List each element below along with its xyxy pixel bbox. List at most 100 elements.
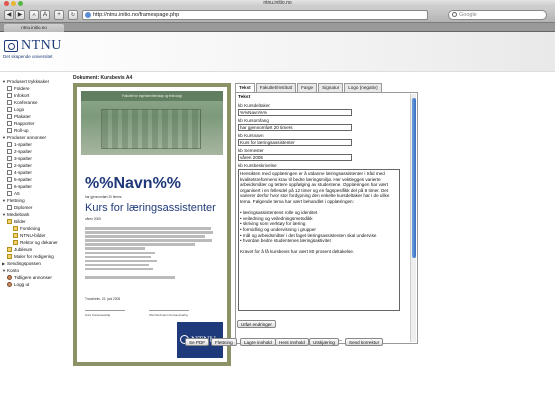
- sidebar-item-label: 5-spalter: [14, 177, 32, 182]
- text-bigger-button[interactable]: A: [40, 10, 50, 20]
- lagre-innhold-button[interactable]: Lagre innhold: [240, 338, 276, 346]
- sidebar-item[interactable]: Infokort: [2, 92, 70, 99]
- document-icon: [7, 149, 12, 154]
- search-icon: [452, 12, 457, 17]
- field-label-kursnavn: kb Kursnavn: [238, 133, 264, 138]
- disclosure-closed-icon[interactable]: ▶: [2, 260, 6, 267]
- search-field[interactable]: Google: [448, 10, 547, 20]
- zoom-window-button[interactable]: [18, 1, 23, 6]
- disclosure-open-icon[interactable]: ▼: [2, 78, 6, 85]
- folder-icon: [13, 240, 18, 245]
- window-controls: [4, 1, 23, 6]
- document-icon: [7, 142, 12, 147]
- sidebar-item[interactable]: ▼Mediebank: [2, 211, 70, 218]
- url-field[interactable]: http://ntnu.initio.no/framespage.php: [82, 10, 428, 20]
- sidebar-item[interactable]: ▼Flettning: [2, 197, 70, 204]
- sidebar-item-label: Produser annonser: [7, 135, 47, 140]
- sidebar-item[interactable]: Logg ut: [2, 281, 70, 288]
- tab-farge[interactable]: Farge: [297, 83, 318, 92]
- folder-icon: [7, 219, 12, 224]
- sidebar-item[interactable]: 2-spalter: [2, 148, 70, 155]
- add-bookmark-button[interactable]: +: [54, 10, 64, 20]
- sidebar-item[interactable]: Forskning: [2, 225, 70, 232]
- sidebar-item-label: Rapporter: [14, 121, 35, 126]
- sidebar-item-label: Roll-up: [14, 128, 29, 133]
- disclosure-open-icon[interactable]: ▼: [2, 211, 6, 218]
- sidebar-item[interactable]: Roll-up: [2, 127, 70, 134]
- browser-tab[interactable]: ntnu.initio.no: [4, 24, 64, 32]
- sidebar-item[interactable]: Konferanse: [2, 99, 70, 106]
- sidebar-item[interactable]: Jubileum: [2, 246, 70, 253]
- sidebar-item[interactable]: Tidligere annonser: [2, 274, 70, 281]
- kursomfang-input[interactable]: [238, 124, 352, 131]
- editor-scrollbar[interactable]: [410, 94, 416, 342]
- sidebar-item[interactable]: Plakater: [2, 113, 70, 120]
- kursdeltaker-input[interactable]: [238, 109, 352, 116]
- tab-logo-negativ[interactable]: Logo (negativ): [344, 83, 382, 92]
- minimize-window-button[interactable]: [11, 1, 16, 6]
- sidebar-item-label: 1-spalter: [14, 142, 32, 147]
- disclosure-open-icon[interactable]: ▼: [2, 267, 6, 274]
- semester-input[interactable]: [238, 154, 352, 161]
- sidebar-item[interactable]: NTNU-bilder: [2, 232, 70, 239]
- user-icon: [7, 275, 12, 280]
- sidebar-item[interactable]: Rektor og dekaner: [2, 239, 70, 246]
- flettning-button[interactable]: Flettning: [211, 338, 237, 346]
- site-header: NTNU Det skapende universitet: [0, 32, 555, 72]
- sidebar-item-label: Forskning: [20, 226, 41, 231]
- tab-strip: ntnu.initio.no: [0, 23, 555, 32]
- sidebar-item[interactable]: ▶ Sendingspossen: [2, 260, 70, 267]
- sidebar-item[interactable]: Foldere: [2, 85, 70, 92]
- sidebar-item[interactable]: 6-spalter: [2, 183, 70, 190]
- sidebar-item[interactable]: 3-spalter: [2, 155, 70, 162]
- sidebar-item[interactable]: Rapporter: [2, 120, 70, 127]
- se-pdf-button[interactable]: Se PDF: [185, 338, 210, 346]
- sidebar-item[interactable]: Diplomer: [2, 204, 70, 211]
- kursnavn-input[interactable]: [238, 139, 352, 146]
- hent-innhold-button[interactable]: Hent innhold: [275, 338, 309, 346]
- tab-signatur[interactable]: Signatur: [318, 83, 344, 92]
- sidebar-item[interactable]: ▼Produser annonser: [2, 134, 70, 141]
- kursbeskrivelse-textarea[interactable]: Hensikten med opplæringen er å utdanne l…: [238, 169, 400, 311]
- utskjaering-button[interactable]: Utskjæring: [309, 338, 339, 346]
- disclosure-open-icon[interactable]: ▼: [2, 197, 6, 204]
- tab-tekst[interactable]: Tekst: [235, 83, 255, 92]
- editor-tabs: Tekst Fakultet/Institutt Farge Signatur …: [235, 83, 383, 92]
- sidebar-item[interactable]: 5-spalter: [2, 176, 70, 183]
- sidebar-item-label: Foldere: [14, 86, 30, 91]
- field-label-kursdeltaker: kb Kursdeltaker: [238, 103, 270, 108]
- preview-name: %%Navn%%: [85, 175, 182, 192]
- sidebar-item[interactable]: ▼Konto: [2, 267, 70, 274]
- forward-button[interactable]: ▶: [15, 10, 25, 20]
- text-smaller-button[interactable]: A: [29, 10, 39, 20]
- sidebar-item[interactable]: 4-spalter: [2, 169, 70, 176]
- sidebar-item-label: Flettning: [7, 198, 25, 203]
- disclosure-open-icon[interactable]: ▼: [2, 134, 6, 141]
- reload-icon[interactable]: ↻: [68, 10, 78, 20]
- tab-fakultet-institutt[interactable]: Fakultet/Institutt: [255, 83, 297, 92]
- sidebar-item[interactable]: 1-spalter: [2, 141, 70, 148]
- window-titlebar: ntnu.initio.no: [0, 0, 555, 7]
- utfor-endringer-button[interactable]: Utfør endringer: [237, 320, 276, 328]
- url-text: http://ntnu.initio.no/framespage.php: [93, 12, 180, 18]
- document-icon: [7, 184, 12, 189]
- sidebar-item-label: Bilder: [14, 219, 26, 224]
- document-icon: [7, 100, 12, 105]
- sidebar-item[interactable]: Maler for redigering: [2, 253, 70, 260]
- field-label-semester: kb Semester: [238, 148, 264, 153]
- preview-signature-right: Ola Nordmann Kursansvarlig: [149, 310, 189, 317]
- back-button[interactable]: ◀: [4, 10, 14, 20]
- sidebar-item[interactable]: Logo: [2, 106, 70, 113]
- sidebar-item[interactable]: A5: [2, 190, 70, 197]
- sidebar-item-label: 6-spalter: [14, 184, 32, 189]
- document-preview: Fakultet for ingeniørvitenskap og teknol…: [77, 87, 227, 362]
- document-icon: [7, 128, 12, 133]
- editor-scrollbar-thumb[interactable]: [412, 98, 416, 258]
- document-title: Dokument: Kursbevis A4: [73, 75, 133, 81]
- close-window-button[interactable]: [4, 1, 9, 6]
- sidebar-item[interactable]: ▼Produsert trykksaker: [2, 78, 70, 85]
- sidebar-item[interactable]: 2-spalter: [2, 162, 70, 169]
- sidebar-item[interactable]: Bilder: [2, 218, 70, 225]
- send-korrektur-button[interactable]: Send korrektur: [345, 338, 384, 346]
- document-icon: [7, 163, 12, 168]
